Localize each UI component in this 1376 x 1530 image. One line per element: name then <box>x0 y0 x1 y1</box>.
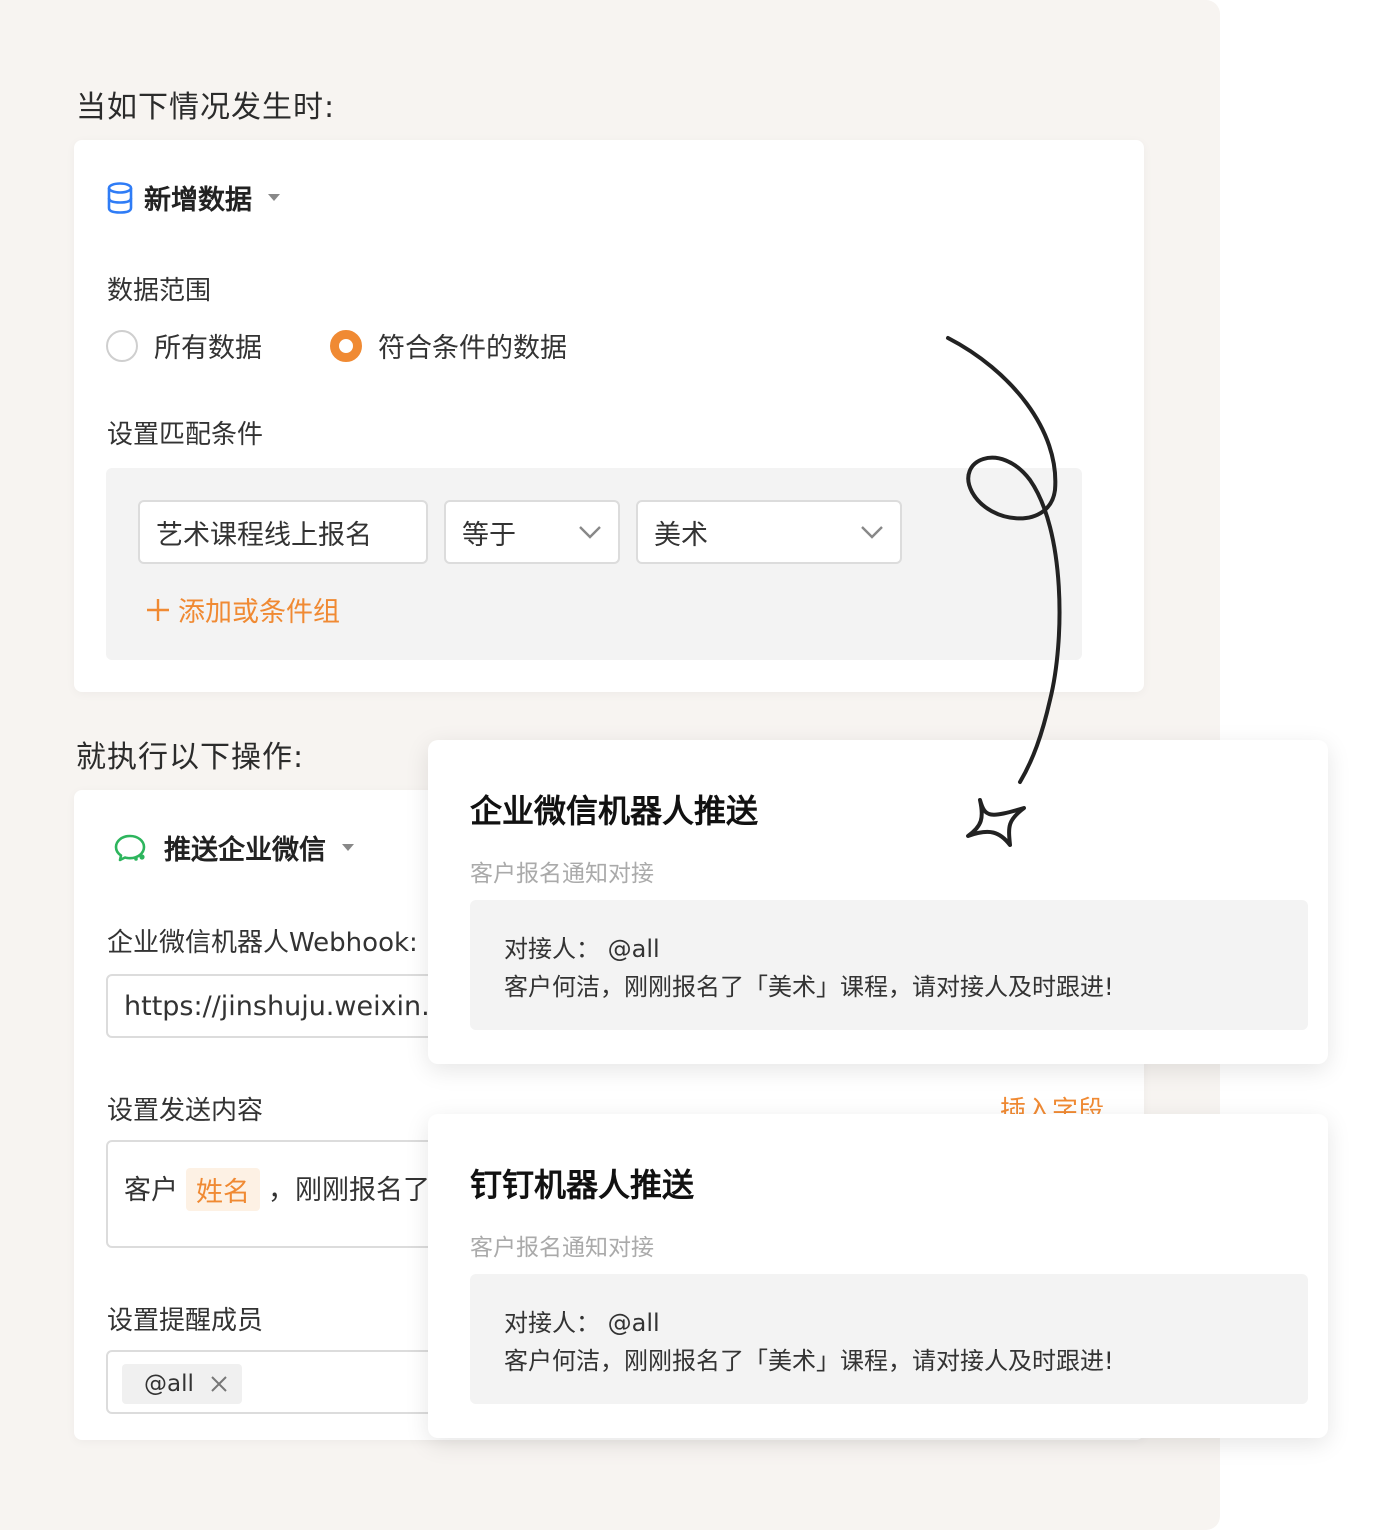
squiggle-arrow-icon <box>946 336 1062 847</box>
